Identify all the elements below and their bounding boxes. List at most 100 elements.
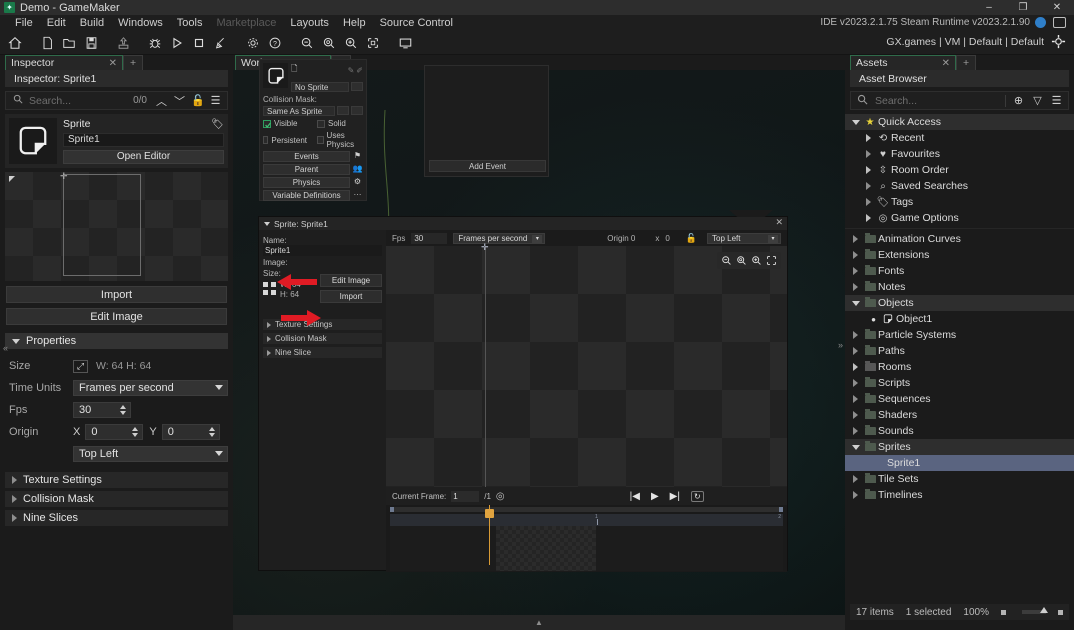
assets-panel-expand-handle[interactable]: » [836, 338, 845, 352]
chevron-down-icon[interactable] [849, 444, 862, 450]
help-question-icon[interactable]: ? [264, 33, 286, 53]
save-all-upload-icon[interactable] [112, 33, 134, 53]
collision-menu-button[interactable] [337, 106, 349, 115]
edit-sprite-icon[interactable]: ✎ [348, 66, 355, 75]
open-editor-button[interactable]: Open Editor [63, 149, 224, 164]
timeline-scrollbar[interactable] [390, 507, 783, 512]
chevron-right-icon[interactable] [862, 134, 875, 142]
origin-preset-select[interactable]: Top Left [73, 446, 228, 462]
chevron-right-icon[interactable] [849, 251, 862, 259]
tab-inspector[interactable]: Inspector ✕ [5, 55, 123, 70]
chevron-right-icon[interactable] [849, 267, 862, 275]
stepper-up-icon[interactable] [208, 427, 215, 431]
clean-broom-icon[interactable] [210, 33, 232, 53]
frame-settings-icon[interactable]: ◎ [496, 491, 505, 502]
tree-folder-animation-curves[interactable]: Animation Curves [845, 231, 1074, 247]
zoom-fit-icon[interactable] [765, 254, 778, 267]
sprite-canvas[interactable]: ✛ [386, 242, 787, 487]
account-avatar-icon[interactable] [1035, 17, 1046, 28]
display-monitor-icon[interactable] [394, 33, 416, 53]
sprite-origin-preset-select[interactable]: Top Left ▾ [707, 232, 781, 244]
menu-edit[interactable]: Edit [40, 15, 73, 31]
playhead-handle[interactable] [485, 509, 494, 518]
parent-button[interactable]: Parent [263, 164, 350, 175]
sprite-import-button[interactable]: Import [320, 290, 382, 303]
add-event-button[interactable]: Add Event [429, 160, 546, 172]
play-icon[interactable]: ▶ [651, 491, 659, 502]
tree-item-tags[interactable]: 🏷 Tags [845, 194, 1074, 210]
lock-icon[interactable]: 🔓 [191, 94, 205, 107]
resize-icon[interactable] [263, 282, 276, 295]
menu-hamburger-icon[interactable]: ☰ [209, 94, 222, 107]
timeline-frame-cell[interactable] [496, 526, 596, 571]
menu-build[interactable]: Build [73, 15, 111, 31]
chevron-right-icon[interactable] [849, 427, 862, 435]
sprite-fps-input[interactable]: 30 [411, 232, 448, 244]
asset-tree[interactable]: ★ Quick Access ⟲ Recent ♥ Favourites ⇳ R… [845, 114, 1074, 503]
chevron-right-icon[interactable] [862, 198, 875, 206]
filter-funnel-icon[interactable]: ▽ [1031, 94, 1044, 107]
close-button[interactable]: ✕ [1040, 0, 1074, 15]
tree-item-sprite1[interactable]: Sprite1 [845, 455, 1074, 471]
chevron-right-icon[interactable] [849, 411, 862, 419]
checkbox-visible[interactable]: Visible [263, 119, 307, 128]
chevron-right-icon[interactable] [849, 395, 862, 403]
checkbox-persistent[interactable]: Persistent [263, 131, 307, 149]
tree-folder-objects[interactable]: Objects [845, 295, 1074, 311]
tab-close-icon[interactable]: ✕ [942, 58, 950, 69]
tree-folder-extensions[interactable]: Extensions [845, 247, 1074, 263]
chevron-right-icon[interactable] [849, 363, 862, 371]
target-configuration-label[interactable]: GX.games | VM | Default | Default [886, 33, 1044, 51]
tab-close-icon[interactable]: ✕ [109, 58, 117, 69]
first-frame-icon[interactable]: |◀ [630, 491, 640, 502]
add-asset-icon[interactable]: ⊕ [1012, 94, 1025, 107]
stepper-up-icon[interactable] [132, 427, 139, 431]
scrollbar-right-handle[interactable] [779, 507, 783, 512]
save-icon[interactable] [80, 33, 102, 53]
chevron-right-icon[interactable] [849, 331, 862, 339]
asset-search-input[interactable]: Search... [875, 95, 999, 107]
checkbox-uses-physics[interactable]: Uses Physics [317, 131, 363, 149]
sprite-editor-close-icon[interactable]: ✕ [775, 217, 783, 228]
sprite-timeline[interactable]: 0 1 2 [386, 505, 787, 572]
zoom-out-icon[interactable] [720, 254, 733, 267]
sprite-edit-image-button[interactable]: Edit Image [320, 274, 382, 287]
stop-icon[interactable] [188, 33, 210, 53]
current-frame-input[interactable]: 1 [451, 490, 480, 502]
open-folder-icon[interactable] [58, 33, 80, 53]
last-frame-icon[interactable]: ▶| [670, 491, 680, 502]
zoom-slider[interactable] [1021, 607, 1048, 614]
nine-slices-section[interactable]: Nine Slices [5, 510, 228, 526]
gear-icon[interactable]: ⚙ [352, 177, 363, 186]
tree-folder-timelines[interactable]: Timelines [845, 487, 1074, 503]
sprite-time-units-select[interactable]: Frames per second ▾ [453, 232, 546, 244]
zoom-reset-icon[interactable] [318, 33, 340, 53]
tree-item-room-order[interactable]: ⇳ Room Order [845, 162, 1074, 178]
chevron-right-icon[interactable] [849, 491, 862, 499]
tree-folder-rooms[interactable]: Rooms [845, 359, 1074, 375]
workspace-horizontal-splitter[interactable]: ▲ [233, 615, 845, 630]
checkbox-visible-box[interactable] [263, 119, 271, 128]
new-sprite-icon[interactable]: 🗋 [291, 63, 297, 77]
chevron-right-icon[interactable] [862, 150, 875, 158]
object-editor-window[interactable]: 🗋 ✎ ✐ No Sprite Collision Mask: Same As … [259, 59, 549, 201]
preferences-gear-icon[interactable] [242, 33, 264, 53]
zoom-fit-icon[interactable] [362, 33, 384, 53]
ellipsis-icon[interactable]: ⋯ [352, 190, 363, 199]
assets-tab-add-button[interactable]: + [956, 55, 977, 70]
tab-add-button[interactable]: + [123, 55, 144, 70]
tree-item-favourites[interactable]: ♥ Favourites [845, 146, 1074, 162]
tag-icon[interactable]: 🏷 [211, 119, 224, 130]
origin-x-stepper[interactable]: 0 [85, 424, 144, 440]
inspector-sprite-name-input[interactable]: Sprite1 [63, 133, 224, 147]
object-sprite-field[interactable]: No Sprite [291, 82, 349, 92]
chevron-right-icon[interactable] [849, 235, 862, 243]
flag-icon[interactable]: ⚑ [352, 151, 363, 160]
zoom-in-icon[interactable] [340, 33, 362, 53]
events-button[interactable]: Events [263, 151, 350, 162]
asset-search-bar[interactable]: Search... ⊕ ▽ ☰ [850, 91, 1069, 110]
maximize-button[interactable]: ❐ [1006, 0, 1040, 15]
checkbox-uses-physics-box[interactable] [317, 136, 324, 144]
physics-button[interactable]: Physics [263, 177, 350, 188]
new-file-icon[interactable] [36, 33, 58, 53]
